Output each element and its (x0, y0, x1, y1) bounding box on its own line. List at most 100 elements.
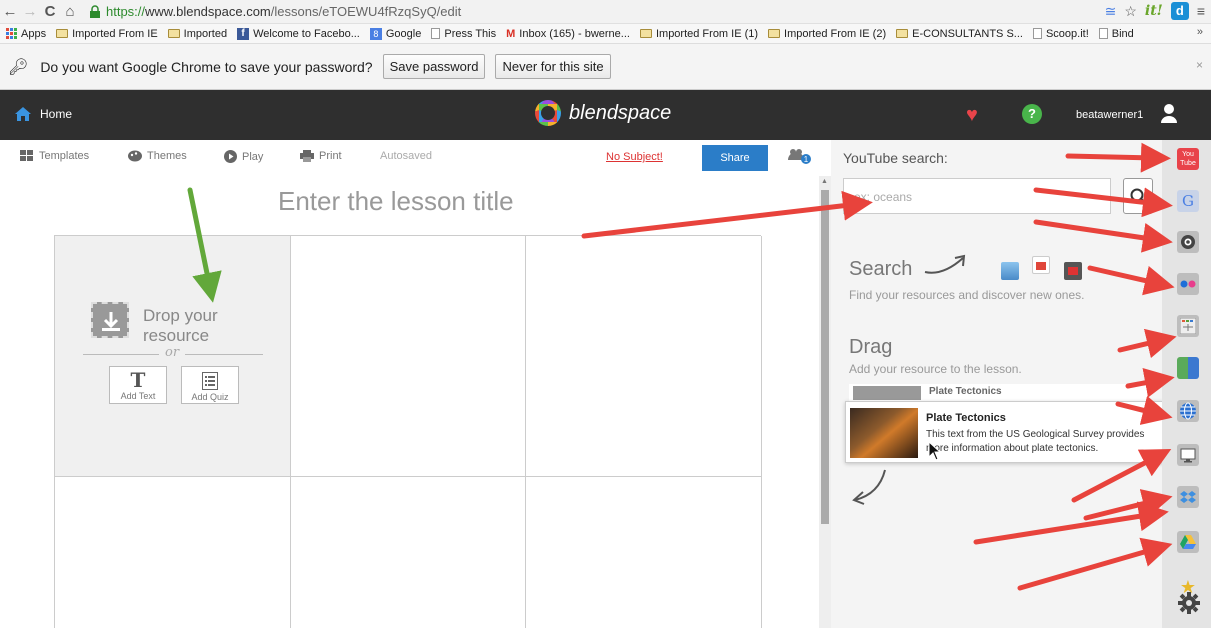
search-heading: Search (849, 258, 913, 280)
translate-icon[interactable]: ≅ (1105, 3, 1117, 20)
folder-icon (639, 29, 652, 38)
canvas-scrollbar[interactable]: ▲ (819, 176, 831, 628)
bookmarks-bar: Apps Imported From IE Imported f Welcome … (0, 24, 1211, 44)
bookmark-imported-from-ie[interactable]: Imported From IE (56, 28, 158, 40)
bookmark-press-this[interactable]: Press This (431, 28, 496, 40)
folder-icon (768, 29, 781, 38)
youtube-icon[interactable]: You Tube (1177, 148, 1199, 170)
page-icon (1032, 28, 1042, 39)
lesson-tile-2[interactable] (291, 236, 526, 477)
autosave-status: Autosaved (380, 150, 432, 162)
gooru-icon[interactable] (1177, 357, 1199, 379)
lesson-tile-6[interactable] (526, 477, 762, 628)
search-button[interactable] (1123, 178, 1153, 214)
apps-icon (6, 28, 17, 39)
scroll-up-icon[interactable]: ▲ (821, 178, 828, 185)
bookmark-scoopit[interactable]: Scoop.it! (1032, 28, 1089, 40)
bookmark-apps[interactable]: Apps (6, 28, 46, 40)
image-file-icon (1001, 262, 1019, 280)
bookmark-e-consultants[interactable]: E-CONSULTANTS S... (896, 28, 1023, 40)
palette-icon (128, 150, 142, 162)
add-text-button[interactable]: T Add Text (109, 366, 167, 404)
google-icon[interactable]: G (1177, 190, 1199, 212)
lesson-title-input[interactable]: Enter the lesson title (278, 186, 514, 217)
share-button[interactable]: Share (702, 145, 768, 171)
bookmark-imported[interactable]: Imported (167, 28, 227, 40)
resource-thumbnail (850, 408, 918, 458)
user-icon[interactable] (1160, 103, 1178, 123)
bookmarks-more-button[interactable]: » (1197, 26, 1203, 38)
bookmark-bind[interactable]: Bind (1098, 28, 1134, 40)
globe-icon[interactable] (1177, 400, 1199, 422)
red-arrow (581, 190, 873, 239)
url-scheme: https:// (106, 4, 146, 19)
scroll-thumb[interactable] (821, 190, 829, 524)
bookmark-inbox[interactable]: M Inbox (165) - bwerne... (506, 28, 630, 40)
resource-source-rail: You Tube G ★ (1162, 140, 1211, 628)
folder-icon (896, 29, 909, 38)
play-button[interactable]: Play (224, 150, 263, 163)
collaborator-count: 1 (804, 155, 809, 164)
blendspace-logo[interactable]: blendspace (535, 100, 671, 126)
resource-description: This text from the US Geological Survey … (926, 429, 1145, 454)
dragged-resource-card[interactable]: Plate Tectonics This text from the US Ge… (845, 401, 1165, 463)
lesson-tile-3[interactable] (526, 236, 762, 477)
lesson-tile-4[interactable] (55, 477, 291, 628)
folder-icon (167, 29, 180, 38)
lesson-tile-5[interactable] (291, 477, 526, 628)
never-for-this-site-button[interactable]: Never for this site (495, 54, 611, 79)
mouse-cursor-icon (928, 441, 942, 461)
drag-subtext: Add your resource to the lesson. (849, 362, 1022, 376)
no-subject-link[interactable]: No Subject! (606, 151, 663, 163)
save-password-infobar: 🔑︎ Do you want Google Chrome to save you… (0, 44, 1211, 90)
facebook-icon: f (237, 27, 250, 40)
drop-resource-icon (91, 302, 129, 338)
close-icon[interactable]: × (1196, 58, 1203, 72)
d-extension-icon[interactable]: d (1170, 2, 1189, 20)
flickr-icon[interactable] (1177, 273, 1199, 295)
video-file-icon (1064, 262, 1082, 280)
save-password-button[interactable]: Save password (382, 54, 486, 79)
heart-icon[interactable]: ♥ (966, 104, 978, 127)
home-link[interactable]: Home (14, 106, 72, 122)
result-thumbnail (853, 386, 921, 400)
curved-arrow-icon (852, 469, 886, 505)
folder-icon (56, 29, 69, 38)
scoopit-extension-icon[interactable]: it! (1145, 3, 1163, 19)
username-link[interactable]: beatawerner1 (1076, 109, 1143, 121)
browser-extensions: ≅ ☆ it! d ≡ (1105, 2, 1205, 20)
youtube-search-input[interactable]: ex: oceans (843, 178, 1111, 214)
calculator-icon[interactable] (1177, 315, 1199, 337)
forward-arrow-icon[interactable]: → (20, 3, 40, 20)
lesson-toolbar: Templates Themes Play Print Autosaved No… (0, 140, 830, 174)
bookmark-imported-from-ie-2[interactable]: Imported From IE (2) (768, 28, 886, 40)
bookmark-google[interactable]: 8 Google (369, 27, 421, 40)
google-drive-icon[interactable] (1177, 531, 1199, 553)
home-icon[interactable]: ⌂ (60, 3, 80, 20)
swoosh-arrow-icon (924, 254, 966, 274)
search-subtext: Find your resources and discover new one… (849, 288, 1085, 302)
url-path: /lessons/eTOEWU4fRzqSyQ/edit (270, 4, 462, 19)
dropbox-icon[interactable] (1177, 486, 1199, 508)
print-button[interactable]: Print (300, 150, 342, 162)
templates-button[interactable]: Templates (20, 150, 89, 162)
collaborators-icon[interactable]: 1 (787, 148, 811, 164)
themes-button[interactable]: Themes (128, 150, 187, 162)
reload-icon[interactable]: C (40, 3, 60, 20)
chrome-menu-icon[interactable]: ≡ (1197, 3, 1205, 19)
bookmark-star-icon[interactable]: ☆ (1124, 3, 1137, 20)
bookmark-facebook[interactable]: f Welcome to Facebo... (237, 27, 360, 40)
logo-ring-icon (535, 100, 561, 126)
add-quiz-button[interactable]: Add Quiz (181, 366, 239, 404)
search-icon (1130, 188, 1147, 205)
help-icon[interactable]: ? (1022, 104, 1042, 124)
settings-icon[interactable] (1178, 592, 1200, 614)
url-field[interactable]: https:// www.blendspace.com /lessons/eTO… (88, 4, 461, 19)
bookmark-imported-from-ie-1[interactable]: Imported From IE (1) (639, 28, 758, 40)
back-arrow-icon[interactable]: ← (0, 3, 20, 20)
lesson-tile-1[interactable]: Drop your resource or T Add Text Add Qui… (55, 236, 291, 477)
computer-icon[interactable] (1177, 444, 1199, 466)
educreations-icon[interactable] (1177, 231, 1199, 253)
result-item[interactable]: Plate Tectonics (849, 384, 1147, 402)
screen: ← → C ⌂ https:// www.blendspace.com /les… (0, 0, 1211, 628)
